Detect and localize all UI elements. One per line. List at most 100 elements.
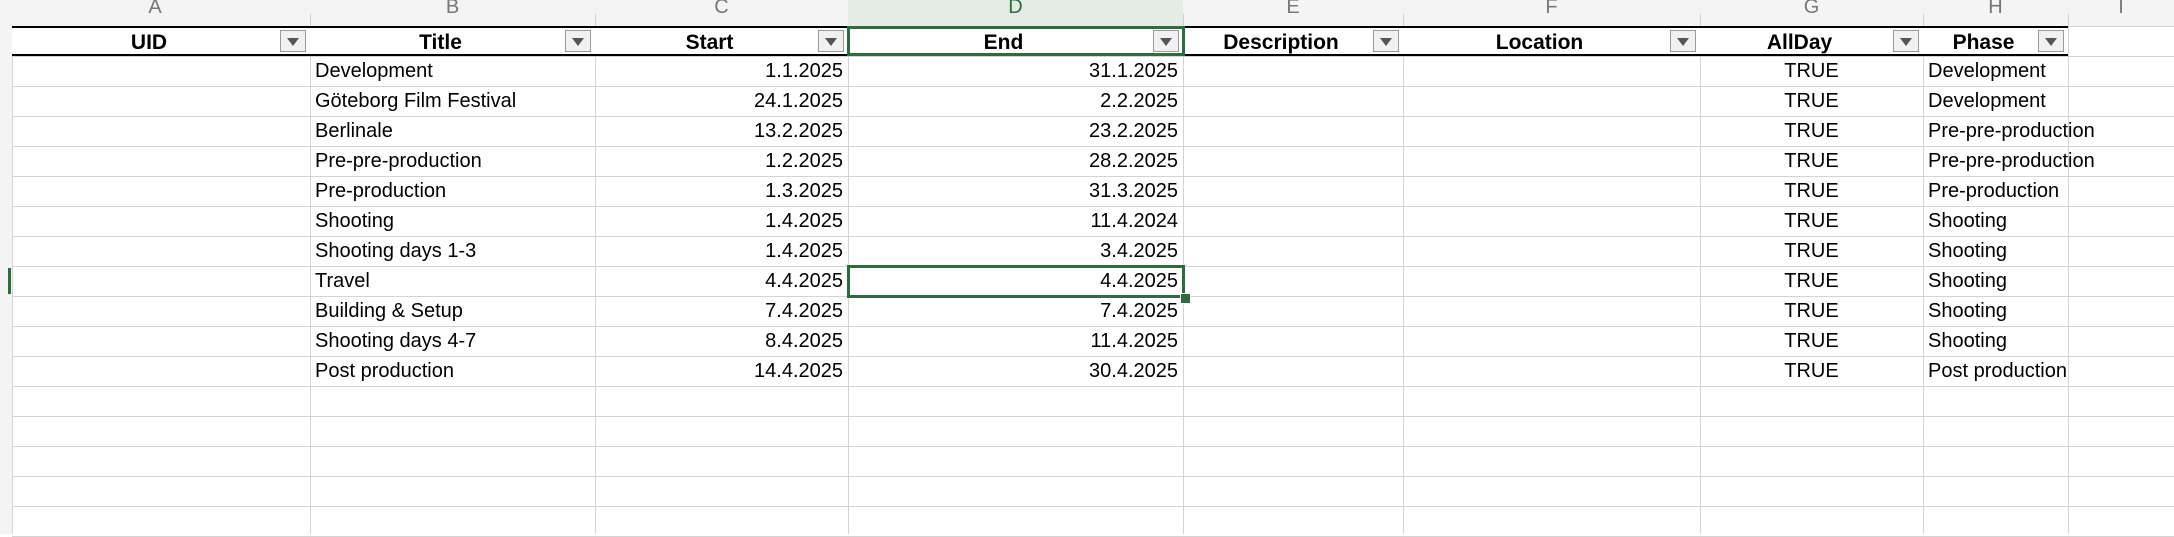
cell-phase[interactable]: Development <box>1923 56 2068 86</box>
cell-description[interactable] <box>1183 146 1403 176</box>
header-cell-uid[interactable]: UID <box>12 26 310 56</box>
cell-uid[interactable] <box>12 86 310 116</box>
spreadsheet[interactable]: ABCDEFGHI UID Title Start End Description Loc… <box>0 0 2174 537</box>
cell-location[interactable] <box>1403 206 1700 236</box>
cell-end[interactable]: 2.2.2025 <box>848 86 1183 116</box>
cell-title[interactable]: Post production <box>310 356 595 386</box>
cell-allday[interactable]: TRUE <box>1700 296 1923 326</box>
cell-location[interactable] <box>1403 266 1700 296</box>
header-cell-start[interactable]: Start <box>595 26 848 56</box>
cell-title[interactable]: Shooting <box>310 206 595 236</box>
cell-phase[interactable]: Shooting <box>1923 296 2068 326</box>
header-cell-end[interactable]: End <box>848 26 1183 56</box>
cell-end[interactable]: 3.4.2025 <box>848 236 1183 266</box>
cell-description[interactable] <box>1183 86 1403 116</box>
cell-phase[interactable]: Shooting <box>1923 266 2068 296</box>
cell-uid[interactable] <box>12 176 310 206</box>
cell-uid[interactable] <box>12 146 310 176</box>
cell-allday[interactable]: TRUE <box>1700 326 1923 356</box>
cell-phase[interactable]: Pre-pre-production <box>1923 116 2095 146</box>
filter-dropdown-icon[interactable] <box>1153 30 1179 52</box>
cell-start[interactable]: 1.1.2025 <box>595 56 848 86</box>
cell-location[interactable] <box>1403 356 1700 386</box>
column-letter-h[interactable]: H <box>1923 0 2068 26</box>
cell-start[interactable]: 1.3.2025 <box>595 176 848 206</box>
header-cell-description[interactable]: Description <box>1183 26 1403 56</box>
cell-location[interactable] <box>1403 326 1700 356</box>
column-letter-b[interactable]: B <box>310 0 595 26</box>
cell-start[interactable]: 4.4.2025 <box>595 266 848 296</box>
cell-end[interactable]: 28.2.2025 <box>848 146 1183 176</box>
header-cell-title[interactable]: Title <box>310 26 595 56</box>
cell-phase[interactable]: Shooting <box>1923 236 2068 266</box>
cell-end[interactable]: 7.4.2025 <box>848 296 1183 326</box>
column-letter-f[interactable]: F <box>1403 0 1700 26</box>
cell-uid[interactable] <box>12 296 310 326</box>
cell-end[interactable]: 11.4.2024 <box>848 206 1183 236</box>
cell-uid[interactable] <box>12 56 310 86</box>
cell-allday[interactable]: TRUE <box>1700 56 1923 86</box>
column-letter-c[interactable]: C <box>595 0 848 26</box>
cell-description[interactable] <box>1183 116 1403 146</box>
cell-start[interactable]: 1.4.2025 <box>595 236 848 266</box>
cell-uid[interactable] <box>12 236 310 266</box>
column-letter-a[interactable]: A <box>0 0 310 26</box>
header-cell-location[interactable]: Location <box>1403 26 1700 56</box>
cell-title[interactable]: Development <box>310 56 595 86</box>
cell-location[interactable] <box>1403 236 1700 266</box>
cell-allday[interactable]: TRUE <box>1700 176 1923 206</box>
cell-phase[interactable]: Shooting <box>1923 326 2068 356</box>
cell-start[interactable]: 8.4.2025 <box>595 326 848 356</box>
cell-description[interactable] <box>1183 326 1403 356</box>
cell-start[interactable]: 7.4.2025 <box>595 296 848 326</box>
cell-uid[interactable] <box>12 326 310 356</box>
cell-allday[interactable]: TRUE <box>1700 116 1923 146</box>
fill-handle[interactable] <box>1180 293 1191 304</box>
cell-end[interactable]: 4.4.2025 <box>848 266 1183 296</box>
cell-location[interactable] <box>1403 86 1700 116</box>
column-letter-i[interactable]: I <box>2068 0 2174 26</box>
cell-location[interactable] <box>1403 176 1700 206</box>
cell-uid[interactable] <box>12 206 310 236</box>
cell-uid[interactable] <box>12 116 310 146</box>
cell-start[interactable]: 1.2.2025 <box>595 146 848 176</box>
cell-phase[interactable]: Development <box>1923 86 2068 116</box>
cell-start[interactable]: 24.1.2025 <box>595 86 848 116</box>
cell-phase[interactable]: Shooting <box>1923 206 2068 236</box>
cell-title[interactable]: Shooting days 4-7 <box>310 326 595 356</box>
cell-title[interactable]: Shooting days 1-3 <box>310 236 595 266</box>
cell-end[interactable]: 30.4.2025 <box>848 356 1183 386</box>
filter-dropdown-icon[interactable] <box>280 30 306 52</box>
filter-dropdown-icon[interactable] <box>1373 30 1399 52</box>
cell-location[interactable] <box>1403 56 1700 86</box>
cell-phase[interactable]: Post production <box>1923 356 2068 386</box>
cell-allday[interactable]: TRUE <box>1700 146 1923 176</box>
filter-dropdown-icon[interactable] <box>1670 30 1696 52</box>
cell-end[interactable]: 11.4.2025 <box>848 326 1183 356</box>
cell-title[interactable]: Pre-production <box>310 176 595 206</box>
cell-start[interactable]: 13.2.2025 <box>595 116 848 146</box>
cell-description[interactable] <box>1183 266 1403 296</box>
filter-dropdown-icon[interactable] <box>565 30 591 52</box>
cell-description[interactable] <box>1183 56 1403 86</box>
cell-location[interactable] <box>1403 146 1700 176</box>
filter-dropdown-icon[interactable] <box>818 30 844 52</box>
cell-end[interactable]: 31.1.2025 <box>848 56 1183 86</box>
filter-dropdown-icon[interactable] <box>1893 30 1919 52</box>
cell-start[interactable]: 14.4.2025 <box>595 356 848 386</box>
cell-title[interactable]: Travel <box>310 266 595 296</box>
column-letter-d[interactable]: D <box>848 0 1183 26</box>
cell-allday[interactable]: TRUE <box>1700 86 1923 116</box>
cell-allday[interactable]: TRUE <box>1700 236 1923 266</box>
cell-end[interactable]: 23.2.2025 <box>848 116 1183 146</box>
cell-title[interactable]: Pre-pre-production <box>310 146 595 176</box>
header-cell-phase[interactable]: Phase <box>1923 26 2068 56</box>
cell-phase[interactable]: Pre-production <box>1923 176 2068 206</box>
column-letter-e[interactable]: E <box>1183 0 1403 26</box>
header-cell-allday[interactable]: AllDay <box>1700 26 1923 56</box>
column-letter-g[interactable]: G <box>1700 0 1923 26</box>
cell-end[interactable]: 31.3.2025 <box>848 176 1183 206</box>
cell-allday[interactable]: TRUE <box>1700 206 1923 236</box>
cell-title[interactable]: Berlinale <box>310 116 595 146</box>
cell-uid[interactable] <box>12 266 310 296</box>
